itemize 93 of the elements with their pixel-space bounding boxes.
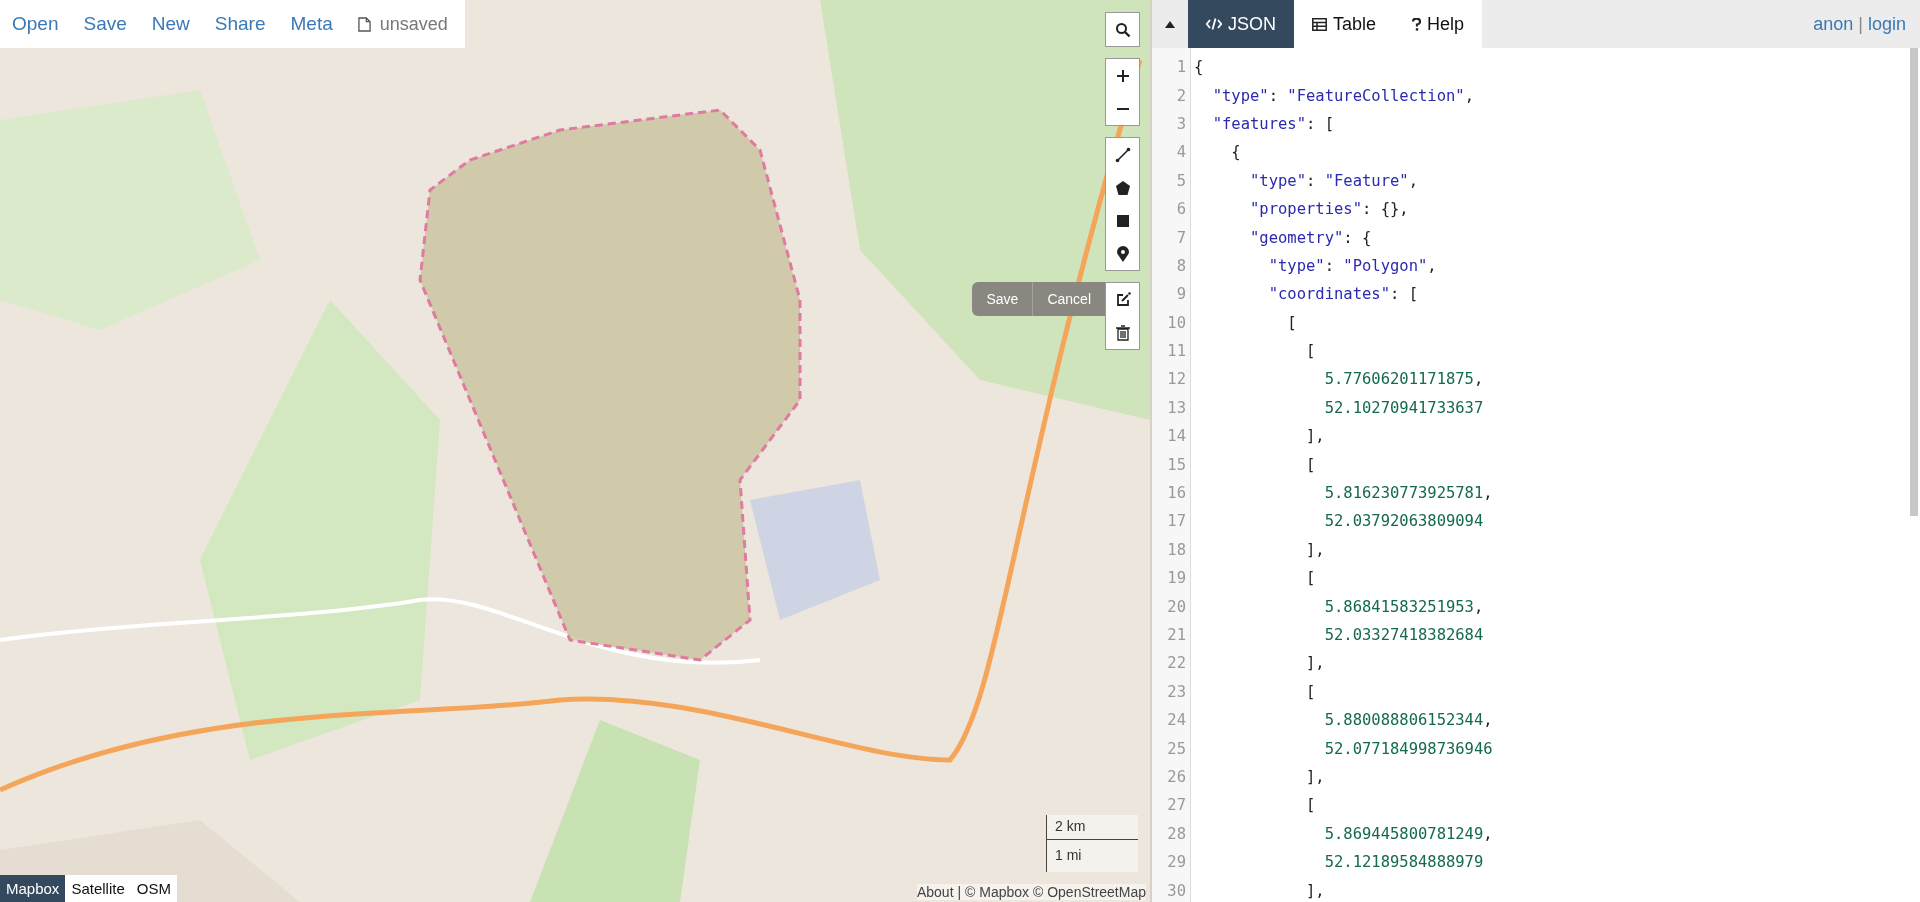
menu-link[interactable]: New — [151, 13, 190, 35]
scale-label: 1 mi — [1055, 847, 1082, 863]
scale-label: 2 km — [1055, 818, 1086, 834]
code-line: ], — [1304, 427, 1325, 446]
line-number: 22 — [1166, 654, 1187, 673]
line-number: 17 — [1166, 512, 1187, 531]
trash-icon — [1115, 324, 1130, 341]
line-number: 13 — [1166, 398, 1187, 417]
code-line: 5.816230773925781, — [1323, 484, 1493, 503]
line-number: 27 — [1166, 796, 1187, 815]
pentagon-icon — [1115, 180, 1130, 195]
line-number: 4 — [1175, 143, 1187, 162]
line-number: 8 — [1175, 256, 1187, 275]
code-line: "coordinates": [ — [1267, 285, 1418, 304]
file-icon — [357, 16, 371, 32]
line-icon — [1114, 146, 1131, 163]
separator: | — [1858, 13, 1863, 35]
code-line: [ — [1304, 455, 1316, 474]
line-number: 6 — [1175, 200, 1187, 219]
line-number: 10 — [1166, 313, 1187, 332]
code-line: { — [1194, 58, 1204, 77]
login-link[interactable]: login — [1867, 13, 1906, 35]
panel-tab[interactable]: Help — [1394, 0, 1483, 48]
square-icon — [1116, 214, 1129, 227]
code-line: "type": "Feature", — [1249, 171, 1418, 190]
search-icon — [1114, 21, 1131, 38]
code-line: ], — [1304, 881, 1325, 900]
caret-up-icon — [1165, 20, 1175, 28]
menu-link[interactable]: Open — [12, 13, 59, 35]
code-line: "geometry": { — [1249, 228, 1372, 247]
line-number: 11 — [1166, 342, 1187, 361]
table-icon — [1312, 17, 1327, 31]
line-number: 26 — [1166, 767, 1187, 786]
code-line: ], — [1304, 654, 1325, 673]
code-line: 5.86841583251953, — [1323, 597, 1484, 616]
line-number: 16 — [1166, 484, 1187, 503]
panel-tab[interactable]: JSON — [1188, 0, 1294, 48]
code-line: ], — [1304, 767, 1325, 786]
code-line: 5.880088806152344, — [1323, 711, 1493, 730]
line-number: 28 — [1166, 824, 1187, 843]
code-line: [ — [1304, 796, 1316, 815]
line-number: 24 — [1166, 711, 1187, 730]
code-line: [ — [1304, 682, 1316, 701]
edit-action-button[interactable]: Cancel — [1033, 282, 1105, 316]
line-number: 30 — [1166, 881, 1187, 900]
code-line: 52.03327418382684 — [1323, 626, 1484, 644]
menu-link[interactable]: Share — [214, 13, 266, 35]
line-number: 12 — [1166, 370, 1187, 389]
line-number: 14 — [1166, 427, 1187, 446]
line-number: 29 — [1166, 853, 1187, 872]
code-line: "properties": {}, — [1249, 200, 1409, 219]
code-line: ], — [1304, 540, 1325, 559]
pin-icon — [1116, 245, 1129, 262]
line-number: 2 — [1175, 86, 1187, 105]
code-line: "type": "FeatureCollection", — [1211, 86, 1474, 105]
question-icon — [1412, 17, 1422, 31]
line-number: 1 — [1175, 58, 1187, 77]
code-icon — [1206, 18, 1222, 30]
scrollbar[interactable] — [1910, 48, 1918, 516]
user-link[interactable]: anon — [1813, 13, 1854, 35]
line-number: 5 — [1175, 171, 1187, 190]
line-number: 19 — [1166, 569, 1187, 588]
code-line: 52.03792063809094 — [1323, 512, 1484, 531]
code-line: "features": [ — [1211, 114, 1334, 133]
plus-icon — [1116, 69, 1129, 82]
code-line: 52.10270941733637 — [1323, 398, 1484, 417]
code-line: [ — [1286, 313, 1297, 332]
menu-link[interactable]: Meta — [290, 13, 333, 35]
line-number: 20 — [1166, 597, 1187, 616]
file-status: unsaved — [379, 13, 448, 35]
code-line: 52.12189584888979 — [1323, 853, 1484, 872]
about-link[interactable]: About — [916, 884, 954, 900]
panel-tab[interactable]: Table — [1294, 0, 1395, 48]
line-number: 21 — [1166, 626, 1187, 644]
line-number: 3 — [1175, 114, 1187, 133]
line-number: 7 — [1175, 228, 1187, 247]
line-number: 25 — [1166, 739, 1187, 758]
edit-action-button[interactable]: Save — [972, 282, 1034, 316]
attribution-text: | © Mapbox © OpenStreetMap — [957, 884, 1146, 900]
edit-icon — [1114, 291, 1131, 308]
code-line: 5.77606201171875, — [1323, 370, 1484, 389]
menu-link[interactable]: Save — [83, 13, 127, 35]
code-line: 52.077184998736946 — [1323, 739, 1493, 758]
line-number: 15 — [1166, 455, 1187, 474]
code-line: 5.869445800781249, — [1323, 824, 1493, 843]
code-line: [ — [1304, 569, 1316, 588]
layer-tab[interactable]: Mapbox — [0, 875, 66, 902]
line-number: 18 — [1166, 540, 1187, 559]
code-line: { — [1230, 143, 1241, 162]
line-number: 9 — [1175, 285, 1187, 304]
code-line: [ — [1304, 342, 1316, 361]
line-number: 23 — [1166, 682, 1187, 701]
code-line: "type": "Polygon", — [1267, 256, 1437, 275]
